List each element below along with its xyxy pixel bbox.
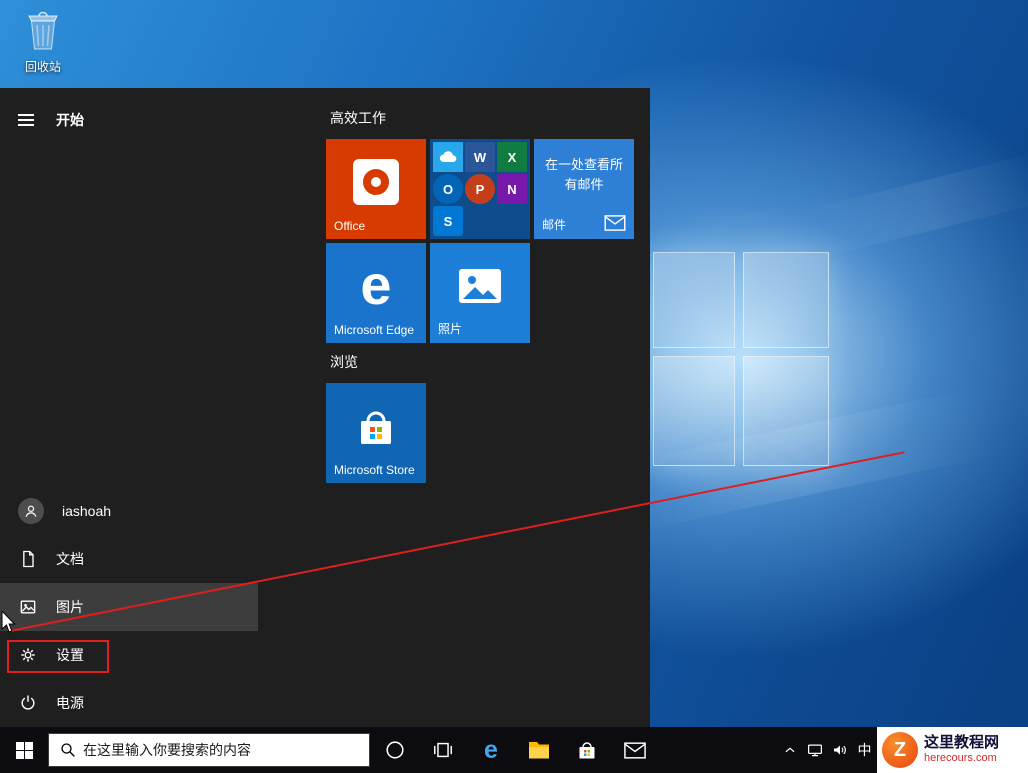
edge-icon: e [484,735,498,764]
network-tray-button[interactable] [802,727,827,773]
recycle-bin[interactable]: 回收站 [15,8,71,75]
start-user-button[interactable]: iashoah [0,487,258,535]
tile-label: 照片 [438,322,463,336]
office-logo-icon [353,159,399,205]
windows-logo-wallpaper [653,252,831,468]
search-icon [61,743,75,757]
system-tray: 中 [777,727,877,773]
taskbar-search[interactable] [48,733,370,767]
mail-icon [624,741,646,759]
mail-icon [604,215,626,231]
tile-edge[interactable]: e Microsoft Edge [326,243,426,343]
tile-office[interactable]: Office [326,139,426,239]
chevron-up-icon [785,747,794,753]
store-bag-icon [361,411,391,444]
section-title-productivity: 高效工作 [330,110,386,126]
tile-label: Microsoft Store [334,463,415,477]
watermark-title: 这里教程网 [924,734,1000,752]
watermark-url: herecours.com [924,752,997,765]
word-icon: W [465,142,495,172]
tray-show-hidden-button[interactable] [777,727,802,773]
screen: 回收站 开始 iashoah 文档 图片 设置 电源 高效工作 Office W… [0,0,1028,773]
task-view-icon [434,742,452,758]
tile-mail[interactable]: 在一处查看所有邮件 邮件 [534,139,634,239]
start-button[interactable] [0,727,48,773]
store-icon [579,742,595,759]
documents-label: 文档 [56,551,84,567]
windows-logo-icon [15,741,33,759]
start-pictures-button[interactable]: 图片 [0,583,258,631]
pictures-label: 图片 [56,599,84,615]
tile-label: Microsoft Edge [334,323,415,337]
tile-store[interactable]: Microsoft Store [326,383,426,483]
start-left-rail: iashoah 文档 图片 设置 电源 [0,487,258,727]
settings-label: 设置 [56,647,84,663]
store-taskbar-button[interactable] [563,727,611,773]
tile-label: Office [334,219,366,233]
tile-office-apps-folder[interactable]: W X O P N S [430,139,530,239]
volume-icon [833,745,846,755]
search-input[interactable] [77,742,369,758]
excel-icon: X [497,142,527,172]
light-beam [797,149,1028,261]
wallpaper-pane [653,356,735,466]
start-title: 开始 [56,112,84,128]
power-icon [21,695,35,710]
edge-logo-icon: e [360,253,392,316]
powerpoint-icon: P [465,174,495,204]
cortana-button[interactable] [371,727,419,773]
recycle-bin-icon [28,11,58,50]
power-label: 电源 [56,695,84,711]
wallpaper-pane [743,252,829,348]
user-name-label: iashoah [62,503,112,519]
outlook-icon: O [433,174,463,204]
start-menu-header: 开始 [0,104,84,136]
task-view-button[interactable] [419,727,467,773]
photos-icon [459,269,501,303]
pictures-icon [20,600,36,614]
mail-taskbar-button[interactable] [611,727,659,773]
onedrive-icon [433,142,463,172]
wallpaper-pane [743,356,829,466]
menu-icon[interactable] [18,114,36,126]
tile-label: 邮件 [542,218,567,232]
tile-photos[interactable]: 照片 [430,243,530,343]
folder-icon [529,742,549,759]
cortana-icon [386,741,404,759]
settings-gear-icon [21,648,35,662]
section-title-explore: 浏览 [330,354,358,370]
edge-taskbar-button[interactable]: e [467,727,515,773]
ime-indicator[interactable]: 中 [852,727,877,773]
taskbar-pinned-icons: e [371,727,659,773]
start-menu: 开始 iashoah 文档 图片 设置 电源 高效工作 Office W X O… [0,88,650,727]
start-settings-button[interactable]: 设置 [0,631,258,679]
watermark-logo-icon: Z [882,732,918,768]
taskbar: e 中 Z [0,727,1028,773]
watermark-text: 这里教程网 herecours.com [924,734,999,765]
volume-tray-button[interactable] [827,727,852,773]
skype-icon: S [433,206,463,236]
watermark: Z 这里教程网 herecours.com [877,727,1028,773]
recycle-bin-label: 回收站 [24,60,61,74]
network-icon [807,744,822,757]
onenote-icon: N [497,174,527,204]
file-explorer-button[interactable] [515,727,563,773]
document-icon [23,550,34,568]
start-documents-button[interactable]: 文档 [0,535,258,583]
user-avatar-icon [18,498,44,524]
start-power-button[interactable]: 电源 [0,679,258,727]
wallpaper-pane [653,252,735,348]
mail-tile-text: 在一处查看所有邮件 [544,157,623,192]
